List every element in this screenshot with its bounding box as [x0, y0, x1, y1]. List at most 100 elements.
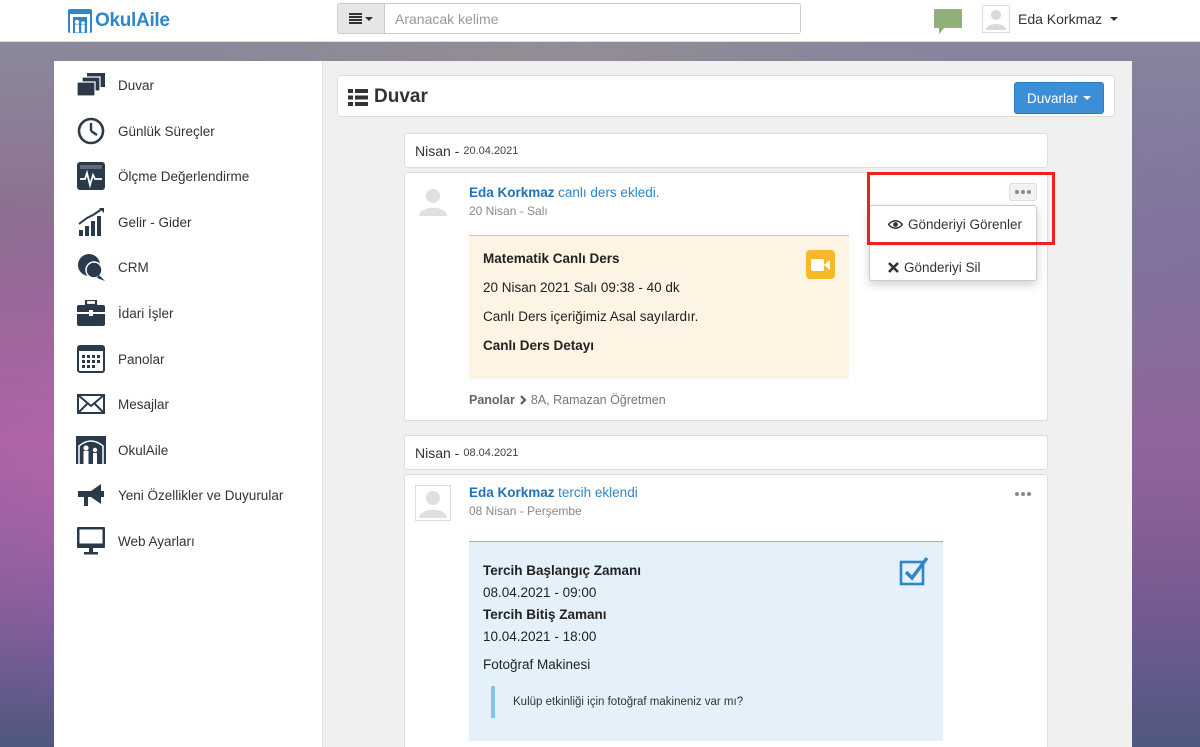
sidebar-item-mesajlar[interactable]: Mesajlar [76, 388, 316, 420]
megaphone-icon [76, 480, 106, 510]
page-title: Duvar [348, 86, 428, 108]
post-options-button[interactable] [1009, 183, 1037, 201]
chevron-down-icon [1110, 17, 1119, 21]
menu-divider [870, 245, 1036, 246]
wall-icon [76, 70, 106, 100]
more-dots-icon [1015, 190, 1019, 194]
post-time: 08 Nisan - Perşembe [469, 504, 582, 518]
menu-item-label: Gönderiyi Sil [904, 259, 981, 275]
chat-bubbles-icon [76, 252, 106, 282]
more-dot [1021, 492, 1025, 496]
main-container: Duvar Günlük Süreçler Ölçme Değerlendirm… [54, 61, 1132, 747]
sidebar-item-label: Web Ayarları [118, 533, 195, 549]
choice-end-label: Tercih Bitiş Zamanı [483, 607, 607, 622]
menu-item-post-viewers[interactable]: Gönderiyi Görenler [870, 207, 1036, 241]
sidebar-item-label: İdari İşler [118, 305, 174, 321]
breadcrumb-root[interactable]: Panolar [469, 393, 515, 407]
live-lesson-detail-link[interactable]: Canlı Ders Detayı [483, 338, 835, 353]
checkbox-checked-icon [899, 556, 929, 586]
sidebar-item-web-ayarlari[interactable]: Web Ayarları [76, 525, 316, 557]
user-menu[interactable]: Eda Korkmaz [982, 4, 1119, 34]
more-dot [1027, 190, 1031, 194]
sidebar-item-label: Ölçme Değerlendirme [118, 168, 250, 184]
chevron-down-icon [1083, 96, 1091, 100]
sidebar-item-label: Panolar [118, 351, 165, 367]
date-month: Nisan [415, 142, 451, 159]
live-lesson-content: Canlı Ders içeriğimiz Asal sayılardır. [483, 309, 699, 324]
choice-question: Kulüp etkinliği için fotoğraf makineniz … [491, 686, 929, 718]
menu-item-delete-post[interactable]: Gönderiyi Sil [870, 250, 1036, 284]
chevron-right-icon [520, 395, 527, 405]
sidebar-item-duvar[interactable]: Duvar [76, 69, 316, 101]
sidebar-item-okulaile[interactable]: OkulAile [76, 434, 316, 466]
user-silhouette-icon [419, 189, 447, 216]
logo-text: OkulAile [95, 10, 170, 31]
choice-start-label: Tercih Başlangıç Zamanı [483, 563, 642, 578]
user-silhouette-icon [986, 10, 1006, 30]
family-icon [76, 435, 106, 465]
messages-button[interactable] [934, 9, 962, 35]
sidebar-item-gelir-gider[interactable]: Gelir - Gider [76, 206, 316, 238]
more-dot [1027, 492, 1031, 496]
chevron-down-icon [365, 16, 373, 21]
clock-icon [76, 116, 106, 146]
sidebar-item-panolar[interactable]: Panolar [76, 343, 316, 375]
app-logo[interactable]: OkulAile [68, 9, 170, 33]
user-name: Eda Korkmaz [1018, 11, 1103, 27]
post-options-menu: Gönderiyi Görenler Gönderiyi Sil [869, 205, 1037, 281]
sidebar-item-label: Duvar [118, 77, 155, 93]
date-separator: - [450, 444, 460, 461]
more-dot [1021, 190, 1025, 194]
list-icon [349, 13, 362, 24]
logo-mark-icon [68, 9, 92, 33]
page-title-text: Duvar [374, 86, 428, 107]
live-lesson-box: Matematik Canlı Ders 20 Nisan 2021 Salı … [469, 235, 849, 379]
date-month: Nisan [415, 444, 451, 461]
sidebar-item-yeni-ozellikler[interactable]: Yeni Özellikler ve Duyurular [76, 479, 316, 511]
post-author[interactable]: Eda Korkmaz [469, 485, 555, 500]
search-filter-button[interactable] [337, 3, 385, 34]
search-input[interactable] [385, 3, 801, 34]
sidebar-item-gunluk-surecler[interactable]: Günlük Süreçler [76, 115, 316, 147]
avatar [415, 183, 451, 219]
walls-dropdown-label: Duvarlar [1026, 90, 1078, 106]
walls-dropdown-button[interactable]: Duvarlar [1013, 82, 1104, 114]
briefcase-icon [76, 298, 106, 328]
sidebar-item-label: Yeni Özellikler ve Duyurular [118, 487, 284, 503]
sidebar-item-idari-isler[interactable]: İdari İşler [76, 297, 316, 329]
menu-item-label: Gönderiyi Görenler [908, 216, 1023, 232]
choice-item: Fotoğraf Makinesi [483, 657, 591, 672]
date-header: Nisan - 20.04.2021 [404, 133, 1048, 168]
sidebar-item-crm[interactable]: CRM [76, 251, 316, 283]
eye-icon [888, 219, 903, 229]
top-navbar: OkulAile Eda Korkmaz [0, 0, 1200, 42]
growth-chart-icon [76, 207, 106, 237]
post-action: tercih eklendi [558, 485, 638, 500]
live-lesson-title: Matematik Canlı Ders [483, 251, 620, 266]
date-value: 08.04.2021 [463, 446, 519, 459]
avatar [982, 5, 1010, 33]
post-breadcrumb: Panolar 8A, Ramazan Öğretmen [469, 393, 666, 407]
post-author[interactable]: Eda Korkmaz [469, 185, 555, 200]
sidebar-item-label: OkulAile [118, 442, 169, 458]
breadcrumb-path[interactable]: 8A, Ramazan Öğretmen [531, 393, 666, 407]
envelope-icon [76, 389, 106, 419]
post-action: canlı ders ekledi. [558, 185, 660, 200]
pulse-monitor-icon [76, 161, 106, 191]
search-bar [337, 3, 801, 34]
chat-icon [934, 9, 962, 34]
choice-start-value: 08.04.2021 - 09:00 [483, 585, 597, 600]
page-header: Duvar Duvarlar [337, 75, 1115, 117]
post-options-button[interactable] [1009, 485, 1037, 503]
sidebar-item-olcme-degerlendirme[interactable]: Ölçme Değerlendirme [76, 160, 316, 192]
date-separator: - [450, 142, 460, 159]
close-icon [888, 261, 899, 273]
post-header: Eda Korkmaz tercih eklendi 08 Nisan - Pe… [469, 485, 638, 518]
list-icon [348, 88, 368, 106]
post-time: 20 Nisan - Salı [469, 204, 548, 218]
live-lesson-datetime: 20 Nisan 2021 Salı 09:38 - 40 dk [483, 280, 680, 295]
sidebar-item-label: Gelir - Gider [118, 214, 192, 230]
more-dots-icon [1015, 492, 1019, 496]
sidebar-item-label: Günlük Süreçler [118, 123, 215, 139]
date-value: 20.04.2021 [463, 144, 519, 157]
